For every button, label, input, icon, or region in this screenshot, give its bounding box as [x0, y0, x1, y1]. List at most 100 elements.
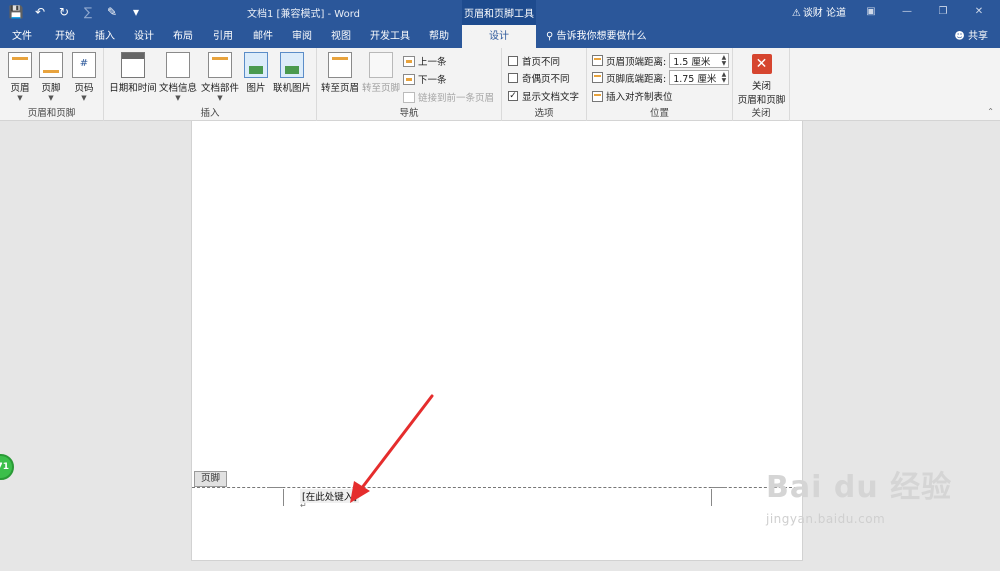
- header-icon: [8, 52, 32, 78]
- close-label-line2: 页眉和页脚: [737, 95, 786, 106]
- tab-mailings[interactable]: 邮件: [246, 25, 280, 48]
- header-distance-icon: [592, 55, 603, 66]
- tab-references[interactable]: 引用: [206, 25, 240, 48]
- check-icon: ✓: [508, 91, 518, 101]
- edit-icon[interactable]: ✎: [102, 3, 122, 21]
- tab-file[interactable]: 文件: [6, 25, 38, 48]
- show-document-text-checkbox[interactable]: ✓ 显示文档文字: [508, 89, 579, 103]
- footer-bottom-distance: 页脚底端距离: 1.75 厘米 ▲ ▼: [592, 70, 730, 85]
- doc-info-button[interactable]: 文档信息 ▼: [158, 52, 198, 102]
- header-label: 页眉: [10, 83, 30, 94]
- doc-parts-button[interactable]: 文档部件 ▼: [200, 52, 240, 102]
- footer-bottom-value: 1.75 厘米: [673, 73, 717, 85]
- tab-developer[interactable]: 开发工具: [365, 25, 415, 48]
- margin-marker-left: [283, 489, 284, 506]
- date-time-button[interactable]: 日期和时间: [108, 52, 158, 94]
- tab-help[interactable]: 帮助: [421, 25, 457, 48]
- goto-footer-label: 转至页脚: [361, 83, 400, 94]
- baidu-watermark: Bai du 经验 jingyan.baidu.com: [766, 462, 986, 552]
- ribbon: 页眉 ▼ 页脚 ▼ # 页码 ▼ 页眉和页脚 日期和时间 文档信息 ▼ 文档部件…: [0, 48, 1000, 121]
- collapse-ribbon-icon[interactable]: ⌃: [987, 107, 994, 116]
- date-time-label: 日期和时间: [109, 83, 157, 94]
- share-label: 共享: [968, 31, 988, 42]
- ribbon-tabs: 文件 开始 插入 设计 布局 引用 邮件 审阅 视图 开发工具 帮助 设计 ⚲ …: [0, 25, 1000, 48]
- header-button[interactable]: 页眉 ▼: [6, 52, 34, 102]
- tab-header-footer-design[interactable]: 设计: [462, 25, 536, 48]
- share-button[interactable]: ☻ 共享: [954, 25, 988, 48]
- tab-home[interactable]: 开始: [48, 25, 82, 48]
- close-header-footer-button[interactable]: ✕ 关闭 页眉和页脚: [735, 52, 788, 106]
- online-picture-button[interactable]: 联机图片: [272, 52, 312, 94]
- group-label: 位置: [649, 108, 669, 119]
- watermark-url: jingyan.baidu.com: [766, 512, 886, 526]
- odd-even-different-checkbox[interactable]: 奇偶页不同: [508, 71, 570, 85]
- tab-review[interactable]: 审阅: [285, 25, 319, 48]
- goto-footer-icon: [369, 52, 393, 78]
- spinner-arrows-icon[interactable]: ▲ ▼: [722, 71, 727, 84]
- watermark-logo: Bai du 经验: [766, 470, 953, 505]
- ribbon-display-icon[interactable]: ▣: [860, 6, 882, 17]
- tab-insert[interactable]: 插入: [88, 25, 122, 48]
- customize-icon[interactable]: ▾: [126, 3, 146, 21]
- header-top-spinner[interactable]: 1.5 厘米 ▲ ▼: [669, 53, 730, 68]
- tell-me-search[interactable]: ⚲ 告诉我你想要做什么: [546, 25, 647, 48]
- goto-footer-button[interactable]: 转至页脚: [361, 52, 401, 94]
- sum-icon[interactable]: ∑: [78, 3, 98, 21]
- page-number-button[interactable]: # 页码 ▼: [70, 52, 98, 102]
- goto-header-icon: [328, 52, 352, 78]
- first-page-label: 首页不同: [522, 57, 561, 68]
- link-icon: [403, 91, 415, 103]
- group-label: 选项: [534, 108, 554, 119]
- document-title: 文档1 [兼容模式] - Word: [247, 9, 361, 20]
- previous-button[interactable]: 上一条: [403, 54, 447, 68]
- document-area: 页脚 [在此处键入] ↵ 71 Bai du 经验 jingyan.baidu.…: [0, 121, 1000, 571]
- goto-header-button[interactable]: 转至页眉: [319, 52, 361, 94]
- tab-design[interactable]: 设计: [127, 25, 161, 48]
- first-page-different-checkbox[interactable]: 首页不同: [508, 54, 560, 68]
- margin-corner-left: [267, 487, 283, 488]
- picture-button[interactable]: 图片: [242, 52, 270, 94]
- footer-bottom-label: 页脚底端距离:: [606, 73, 667, 85]
- minimize-icon[interactable]: —: [896, 6, 918, 17]
- doc-parts-label: 文档部件: [200, 83, 239, 94]
- picture-icon: [244, 52, 268, 78]
- header-top-label: 页眉顶端距离:: [606, 56, 667, 68]
- save-icon[interactable]: 💾: [6, 3, 26, 21]
- undo-icon[interactable]: ↶: [30, 3, 50, 21]
- picture-label: 图片: [246, 83, 266, 94]
- insert-alignment-tab-button[interactable]: 插入对齐制表位: [592, 89, 673, 103]
- footer-button[interactable]: 页脚 ▼: [37, 52, 65, 102]
- close-icon[interactable]: ✕: [968, 6, 990, 17]
- margin-corner-right: [711, 487, 727, 488]
- chevron-down-icon: ▼: [175, 94, 181, 102]
- footer-distance-icon: [592, 72, 603, 83]
- close-x-icon: ✕: [751, 54, 772, 74]
- user-name: 谈财 论道: [802, 8, 846, 19]
- group-header-footer: 页眉 ▼ 页脚 ▼ # 页码 ▼ 页眉和页脚: [0, 48, 104, 121]
- footer-icon: [39, 52, 63, 78]
- tab-view[interactable]: 视图: [324, 25, 358, 48]
- warning-icon: ⚠: [791, 8, 801, 19]
- footer-tag: 页脚: [194, 471, 227, 487]
- red-arrow-annotation: [350, 394, 434, 503]
- tab-layout[interactable]: 布局: [166, 25, 200, 48]
- next-icon: [403, 73, 415, 85]
- restore-icon[interactable]: ❐: [932, 6, 954, 17]
- header-top-value: 1.5 厘米: [673, 56, 711, 68]
- group-close: ✕ 关闭 页眉和页脚 关闭: [733, 48, 790, 121]
- show-text-label: 显示文档文字: [522, 92, 580, 103]
- quick-access-toolbar: 💾 ↶ ↻ ∑ ✎ ▾: [6, 3, 146, 21]
- next-button[interactable]: 下一条: [403, 72, 447, 86]
- previous-label: 上一条: [418, 57, 447, 68]
- link-previous-button[interactable]: 链接到前一条页眉: [403, 90, 494, 104]
- footer-bottom-spinner[interactable]: 1.75 厘米 ▲ ▼: [669, 70, 730, 85]
- margin-marker-right: [711, 489, 712, 506]
- user-account[interactable]: ⚠ 谈财 论道: [792, 4, 846, 19]
- odd-even-label: 奇偶页不同: [522, 74, 570, 85]
- spinner-arrows-icon[interactable]: ▲ ▼: [722, 54, 727, 67]
- search-icon: ⚲: [546, 31, 554, 42]
- redo-icon[interactable]: ↻: [54, 3, 74, 21]
- title-bar: 💾 ↶ ↻ ∑ ✎ ▾ 文档1 [兼容模式] - Word 页眉和页脚工具 ⚠ 谈…: [0, 0, 1000, 25]
- chevron-down-icon: ▼: [17, 94, 23, 102]
- floating-badge[interactable]: 71: [0, 454, 14, 480]
